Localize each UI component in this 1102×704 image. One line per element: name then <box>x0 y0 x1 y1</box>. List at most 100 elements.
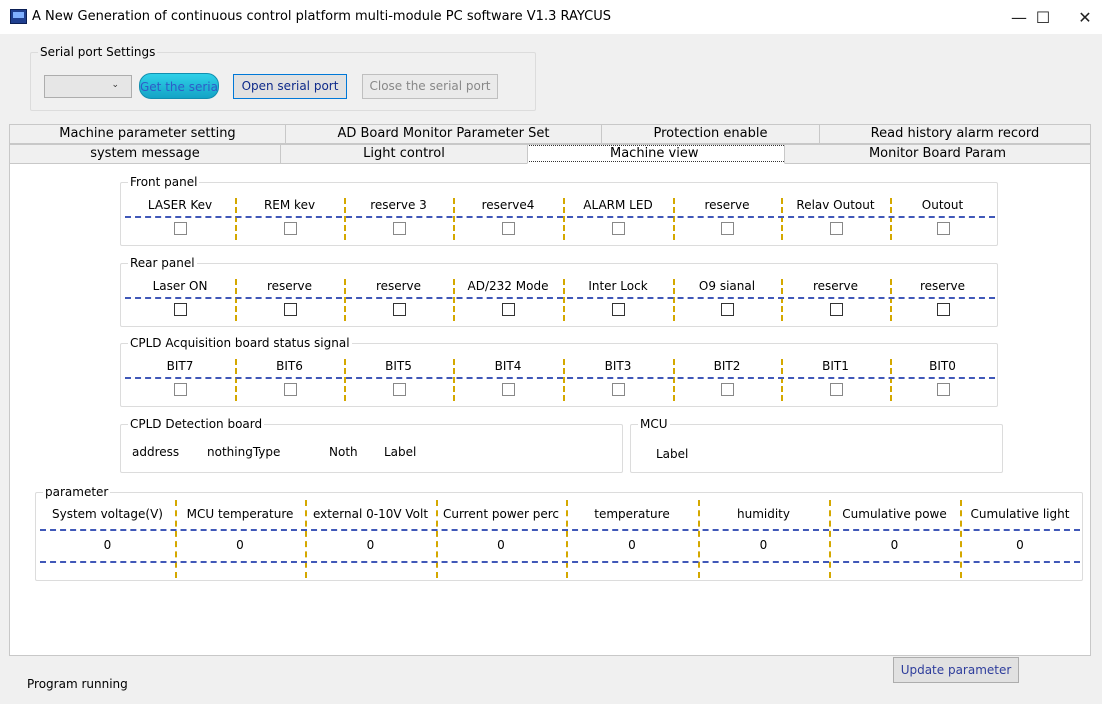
column-header: reserve 3 <box>370 198 427 212</box>
signal-checkbox[interactable] <box>829 303 843 316</box>
window-title: A New Generation of continuous control p… <box>32 9 611 24</box>
signal-checkbox[interactable] <box>936 222 950 235</box>
column-divider <box>829 500 831 578</box>
maximize-icon[interactable]: ☐ <box>1020 0 1066 34</box>
column-header: REM kev <box>263 198 316 212</box>
signal-checkbox[interactable] <box>612 222 625 235</box>
row-divider <box>40 561 1080 563</box>
signal-checkbox[interactable] <box>502 222 515 235</box>
column-divider <box>235 198 237 240</box>
tab-ad-board-monitor[interactable]: AD Board Monitor Parameter Set <box>285 124 602 144</box>
get-serial-button[interactable]: Get the serial <box>139 73 219 99</box>
column-header: BIT7 <box>166 359 194 373</box>
signal-checkbox[interactable] <box>283 222 297 235</box>
signal-checkbox[interactable] <box>174 303 187 316</box>
mcu-label: Label <box>656 447 689 461</box>
parameter-header: external 0-10V Volt <box>312 507 429 521</box>
rear-panel-legend: Rear panel <box>130 256 195 270</box>
parameter-header: Cumulative light <box>970 507 1070 521</box>
column-divider <box>563 359 565 401</box>
column-header: BIT0 <box>929 359 956 373</box>
column-header: AD/232 Mode <box>467 279 549 293</box>
chevron-down-icon: ⌄ <box>111 80 119 90</box>
column-header: reserve <box>704 198 750 212</box>
parameter-value: 0 <box>890 538 899 552</box>
tab-protection-enable[interactable]: Protection enable <box>601 124 820 144</box>
tab-light-control[interactable]: Light control <box>280 144 528 164</box>
signal-checkbox[interactable] <box>502 303 515 316</box>
column-divider <box>453 279 455 321</box>
signal-checkbox[interactable] <box>612 303 625 316</box>
parameter-header: Current power perc <box>442 507 560 521</box>
column-divider <box>235 279 237 321</box>
signal-checkbox[interactable] <box>392 222 406 235</box>
tab-monitor-board-param[interactable]: Monitor Board Param <box>784 144 1091 164</box>
parameter-header: MCU temperature <box>186 507 294 521</box>
signal-checkbox[interactable] <box>283 383 297 396</box>
signal-checkbox[interactable] <box>721 383 734 396</box>
column-divider <box>890 198 892 240</box>
header-divider <box>125 216 995 218</box>
column-divider <box>781 198 783 240</box>
column-divider <box>673 359 675 401</box>
tab-read-history-alarm[interactable]: Read history alarm record <box>819 124 1091 144</box>
column-divider <box>175 500 177 578</box>
column-divider <box>781 359 783 401</box>
parameter-header: temperature <box>594 507 670 521</box>
front-panel-legend: Front panel <box>130 175 198 189</box>
column-header: reserve <box>919 279 966 293</box>
column-header: reserve <box>812 279 859 293</box>
column-divider <box>453 198 455 240</box>
cpld-detection-legend: CPLD Detection board <box>130 417 263 431</box>
tab-machine-parameter-setting[interactable]: Machine parameter setting <box>9 124 286 144</box>
signal-checkbox[interactable] <box>721 303 734 316</box>
serial-port-combo[interactable]: ⌄ <box>44 75 132 98</box>
column-divider <box>781 279 783 321</box>
close-serial-port-button[interactable]: Close the serial port <box>362 74 498 99</box>
cpld-noth-label: Noth <box>329 445 358 459</box>
column-divider <box>890 359 892 401</box>
cpld-type-label: nothingType <box>207 445 281 459</box>
column-divider <box>960 500 962 578</box>
signal-checkbox[interactable] <box>829 222 843 235</box>
signal-checkbox[interactable] <box>392 303 406 316</box>
signal-checkbox[interactable] <box>936 383 950 396</box>
open-serial-port-button[interactable]: Open serial port <box>233 74 347 99</box>
parameter-group: parameter <box>35 485 1083 581</box>
column-header: Outout <box>921 198 964 212</box>
tab-machine-view[interactable]: Machine view <box>527 144 785 164</box>
column-divider <box>890 279 892 321</box>
header-divider <box>40 529 1080 531</box>
signal-checkbox[interactable] <box>174 383 187 396</box>
parameter-value: 0 <box>236 538 244 552</box>
column-header: BIT2 <box>713 359 741 373</box>
signal-checkbox[interactable] <box>612 383 625 396</box>
signal-checkbox[interactable] <box>721 222 734 235</box>
parameter-header: System voltage(V) <box>52 507 163 521</box>
column-header: LASER Kev <box>147 198 213 212</box>
tab-system-message[interactable]: system message <box>9 144 281 164</box>
column-header: BIT6 <box>276 359 303 373</box>
signal-checkbox[interactable] <box>502 383 515 396</box>
column-divider <box>563 198 565 240</box>
mcu-legend: MCU <box>640 417 668 431</box>
column-divider <box>235 359 237 401</box>
column-divider <box>453 359 455 401</box>
update-parameter-button[interactable]: Update parameter <box>893 657 1019 683</box>
signal-checkbox[interactable] <box>174 222 187 235</box>
signal-checkbox[interactable] <box>829 383 843 396</box>
signal-checkbox[interactable] <box>936 303 950 316</box>
signal-checkbox[interactable] <box>392 383 406 396</box>
close-icon[interactable]: ✕ <box>1062 0 1102 34</box>
parameter-value: 0 <box>628 538 636 552</box>
column-divider <box>344 359 346 401</box>
column-header: BIT4 <box>494 359 522 373</box>
status-text: Program running <box>27 677 128 691</box>
signal-checkbox[interactable] <box>283 303 297 316</box>
column-divider <box>673 279 675 321</box>
app-icon <box>10 9 27 24</box>
parameter-header: humidity <box>737 507 790 521</box>
header-divider <box>125 377 995 379</box>
column-divider <box>673 198 675 240</box>
column-header: BIT5 <box>385 359 412 373</box>
